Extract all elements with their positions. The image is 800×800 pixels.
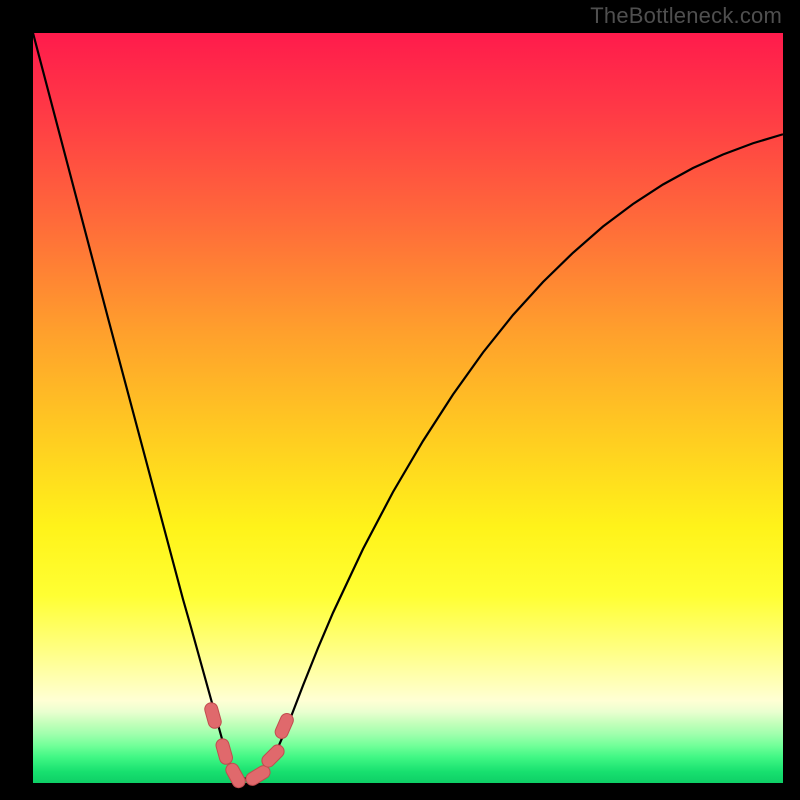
watermark-text: TheBottleneck.com	[590, 3, 782, 29]
chart-svg	[33, 33, 783, 783]
gradient-background	[33, 33, 783, 783]
plot-area	[33, 33, 783, 783]
chart-frame: TheBottleneck.com	[0, 0, 800, 800]
